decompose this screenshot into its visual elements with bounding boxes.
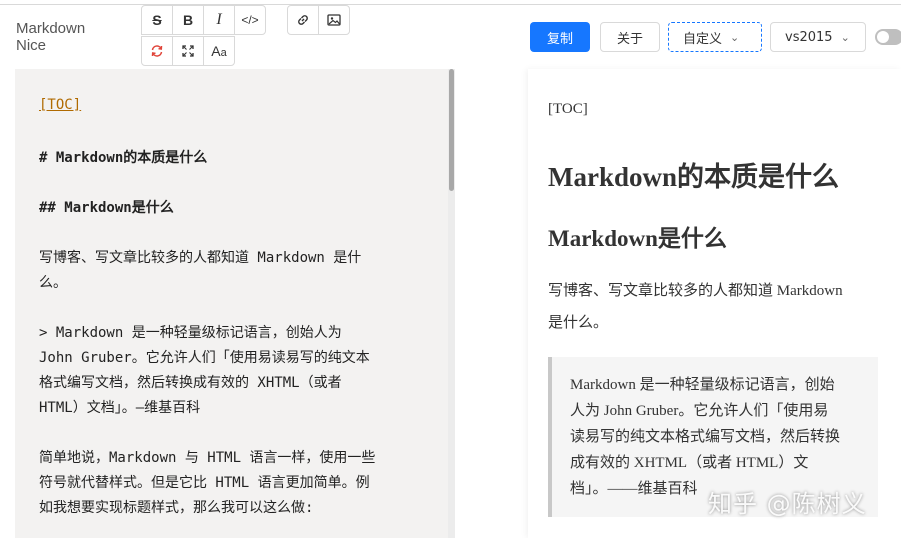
preview-pane: [TOC] Markdown的本质是什么 Markdown是什么 写博客、写文章… [528,69,901,538]
editor-line: ## Markdown是什么 [39,200,174,216]
strikethrough-button[interactable]: S [141,5,173,35]
sync-icon [151,45,163,57]
theme-toggle[interactable] [875,29,901,45]
link-icon [298,15,308,25]
code-theme-value: vs2015 [785,29,833,45]
custom-style-select[interactable]: 自定义 ⌄ [668,22,762,52]
bold-icon: B [182,12,194,28]
format-toolbar: S B I </> Aa [141,5,401,69]
copy-button[interactable]: 复制 [530,22,590,52]
editor-line: 么。 [39,275,67,291]
preview-paragraph-line: 写博客、写文章比较多的人都知道 Markdown [548,283,843,299]
editor-line: 符号就代替样式。但是它比 HTML 语言更加简单。例 [39,475,370,491]
editor-line: [TOC] [39,97,82,113]
expand-icon [182,45,194,57]
preview-paragraph: 写博客、写文章比较多的人都知道 Markdown 是什么。 [548,275,888,339]
blockquote-line: 人为 John Gruber。它允许人们「使用易 [570,403,829,419]
editor-line: > Markdown 是一种轻量级标记语言，创始人为 [39,325,342,341]
editor-line: # Markdown的本质是什么 [39,150,208,166]
editor-line: 简单地说，Markdown 与 HTML 语言一样，使用一些 [39,450,376,466]
toggle-knob [877,31,889,43]
blockquote-line: Markdown 是一种轻量级标记语言，创始 [570,377,835,393]
editor-line: 写博客、写文章比较多的人都知道 Markdown 是什 [39,250,362,266]
font-button[interactable]: Aa [203,36,235,66]
preview-paragraph-line: 是什么。 [548,315,609,331]
code-button[interactable]: </> [234,5,266,35]
fullscreen-button[interactable] [172,36,204,66]
editor-scrollbar[interactable] [448,69,455,538]
link-button[interactable] [287,5,319,35]
editor-line: HTML）文档」。—维基百科 [39,400,201,416]
editor-line: 如我想要实现标题样式，那么我可以这么做: [39,500,314,516]
chevron-down-icon: ⌄ [840,30,850,44]
blockquote-line: 成有效的 XHTML（或者 HTML）文 [570,455,809,471]
top-divider [0,4,901,5]
italic-button[interactable]: I [203,5,235,35]
chevron-down-icon: ⌄ [730,30,740,44]
italic-icon: I [216,11,222,28]
pane-gutter [455,69,528,538]
preview-toc: [TOC] [548,101,588,117]
font-icon: Aa [211,43,227,59]
sync-scroll-button[interactable] [141,36,173,66]
editor-line: 格式编写文档，然后转换成有效的 XHTML（或者 [39,375,342,391]
logo-line1: Markdown [16,20,86,37]
preview-heading-2: Markdown是什么 [548,226,727,251]
custom-style-value: 自定义 [683,31,723,47]
blockquote-line: 读易写的纯文本格式编写文档，然后转换 [570,429,841,445]
markdown-editor[interactable]: [TOC] # Markdown的本质是什么 ## Markdown是什么 写博… [15,69,455,538]
app-logo: Markdown Nice [16,20,85,54]
code-theme-select[interactable]: vs2015 ⌄ [770,22,866,52]
editor-line: John Gruber。它允许人们「使用易读易写的纯文本 [39,350,370,366]
bold-button[interactable]: B [172,5,204,35]
logo-line2: Nice [16,37,47,54]
image-icon [327,14,341,26]
strikethrough-icon: S [152,12,162,28]
about-button[interactable]: 关于 [600,22,660,52]
image-button[interactable] [318,5,350,35]
preview-heading-1: Markdown的本质是什么 [548,162,840,192]
scrollbar-thumb[interactable] [449,69,454,191]
blockquote-line: 档」。——维基百科 [570,481,698,497]
watermark: 知乎 @陈树义 [708,490,867,518]
code-icon: </> [241,13,259,27]
